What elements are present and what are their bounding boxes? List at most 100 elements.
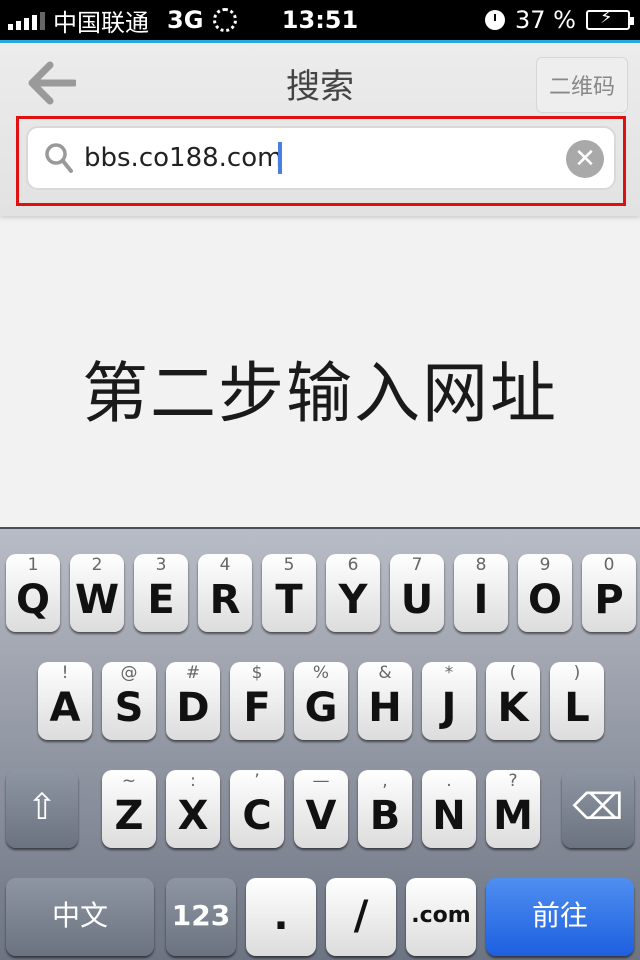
key-secondary-label: 1 — [27, 555, 39, 575]
search-input[interactable] — [84, 138, 554, 178]
key-d[interactable]: # D — [166, 662, 220, 740]
key-secondary-label: . — [446, 771, 452, 791]
clear-icon[interactable]: ✕ — [566, 140, 604, 178]
key-label: I — [473, 577, 489, 623]
dot-key-label: . — [273, 893, 289, 939]
search-box[interactable]: ✕ — [26, 126, 616, 190]
shift-icon: ⇧ — [26, 787, 58, 828]
key-label: Q — [15, 577, 50, 623]
chinese-key-label: 中文 — [51, 899, 108, 932]
key-label: R — [209, 577, 241, 623]
chinese-input-key[interactable]: 中文 — [6, 878, 154, 956]
keyboard: 1Q2W3E4R5T6Y7U8I9O0P ! A @ S # D $ F% G & H * J(K) L … — [0, 527, 640, 960]
key-label: H — [368, 685, 402, 731]
dotcom-key-label: .com — [411, 903, 471, 928]
slash-key-label: / — [353, 893, 369, 939]
key-secondary-label: — — [312, 771, 330, 791]
key-label: W — [74, 577, 120, 623]
key-p[interactable]: 0P — [582, 554, 636, 632]
key-v[interactable]: — V — [294, 770, 348, 848]
battery-charging-icon — [586, 7, 634, 30]
key-secondary-label: % — [312, 663, 330, 683]
key-secondary-label: , — [382, 771, 388, 791]
key-label: K — [497, 685, 529, 731]
key-b[interactable]: ,B — [358, 770, 412, 848]
key-g[interactable]: % G — [294, 662, 348, 740]
go-key-label: 前往 — [531, 899, 588, 932]
key-label: B — [369, 793, 401, 839]
key-label: Y — [338, 577, 368, 623]
qr-code-button[interactable]: 二维码 — [536, 57, 628, 113]
key-label: J — [441, 685, 457, 731]
backspace-icon: ⌫ — [572, 787, 624, 828]
numbers-key-label: 123 — [171, 899, 231, 932]
key-secondary-label: 2 — [91, 555, 103, 575]
signal-strength-icon — [8, 10, 45, 30]
key-m[interactable]: ? M — [486, 770, 540, 848]
key-label: E — [147, 577, 175, 623]
status-bar: 中国联通 3G 13:51 37 % — [0, 0, 640, 40]
shift-key[interactable]: ⇧ — [6, 770, 78, 848]
go-key[interactable]: 前往 — [486, 878, 634, 956]
key-secondary-label: 0 — [603, 555, 615, 575]
backspace-key[interactable]: ⌫ — [562, 770, 634, 848]
numbers-key[interactable]: 123 — [166, 878, 236, 956]
key-label: N — [432, 793, 466, 839]
dot-key[interactable]: . — [246, 878, 316, 956]
key-y[interactable]: 6Y — [326, 554, 380, 632]
key-secondary-label: ) — [573, 663, 581, 683]
key-secondary-label: $ — [251, 663, 263, 683]
key-i[interactable]: 8I — [454, 554, 508, 632]
key-label: G — [304, 685, 338, 731]
dotcom-key[interactable]: .com — [406, 878, 476, 956]
key-label: X — [177, 793, 209, 839]
key-u[interactable]: 7U — [390, 554, 444, 632]
key-label: Z — [114, 793, 144, 839]
key-w[interactable]: 2W — [70, 554, 124, 632]
key-label: A — [49, 685, 81, 731]
key-t[interactable]: 5T — [262, 554, 316, 632]
key-label: M — [493, 793, 533, 839]
key-n[interactable]: .N — [422, 770, 476, 848]
key-label: P — [594, 577, 624, 623]
key-f[interactable]: $ F — [230, 662, 284, 740]
activity-spinner-icon — [213, 8, 238, 32]
network-type: 3G — [167, 6, 204, 34]
carrier-name: 中国联通 — [53, 8, 149, 37]
key-label: S — [114, 685, 144, 731]
key-secondary-label: 8 — [475, 555, 487, 575]
key-label: O — [527, 577, 562, 623]
search-icon — [45, 143, 73, 173]
key-label: F — [243, 685, 271, 731]
key-label: C — [242, 793, 272, 839]
key-secondary-label: 4 — [219, 555, 231, 575]
key-secondary-label: & — [378, 663, 392, 683]
key-q[interactable]: 1Q — [6, 554, 60, 632]
key-secondary-label: ? — [508, 771, 518, 791]
key-label: L — [564, 685, 590, 731]
battery-percent: 37 % — [515, 6, 576, 34]
alarm-clock-icon — [485, 10, 506, 30]
slash-key[interactable]: / — [326, 878, 396, 956]
key-e[interactable]: 3E — [134, 554, 188, 632]
key-a[interactable]: ! A — [38, 662, 92, 740]
instruction-text: 第二步输入网址 — [82, 355, 558, 432]
key-secondary-label: ( — [509, 663, 517, 683]
key-x[interactable]: :X — [166, 770, 220, 848]
key-r[interactable]: 4R — [198, 554, 252, 632]
key-secondary-label: 6 — [347, 555, 359, 575]
key-secondary-label: 3 — [155, 555, 167, 575]
key-s[interactable]: @ S — [102, 662, 156, 740]
key-h[interactable]: & H — [358, 662, 412, 740]
key-secondary-label: 7 — [411, 555, 423, 575]
text-caret — [278, 142, 282, 174]
key-j[interactable]: * J — [422, 662, 476, 740]
key-o[interactable]: 9O — [518, 554, 572, 632]
key-secondary-label: 9 — [539, 555, 551, 575]
key-label: T — [275, 577, 303, 623]
key-secondary-label: * — [444, 663, 454, 683]
key-k[interactable]: (K — [486, 662, 540, 740]
key-z[interactable]: ~ Z — [102, 770, 156, 848]
key-l[interactable]: ) L — [550, 662, 604, 740]
key-c[interactable]: ’ C — [230, 770, 284, 848]
